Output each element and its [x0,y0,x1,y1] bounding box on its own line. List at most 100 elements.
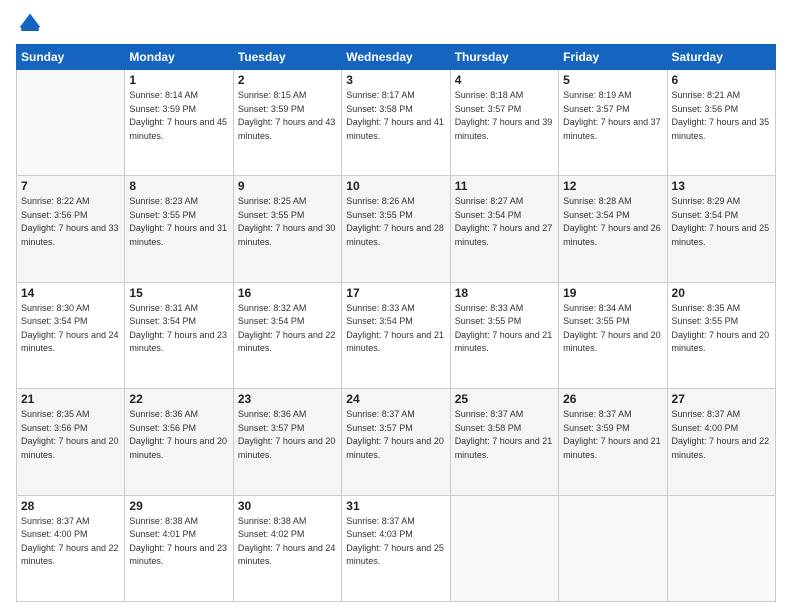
calendar-cell: 16Sunrise: 8:32 AMSunset: 3:54 PMDayligh… [233,282,341,388]
col-header-saturday: Saturday [667,45,775,70]
calendar-cell: 1 Sunrise: 8:14 AMSunset: 3:59 PMDaylight… [125,70,233,176]
day-info: Sunrise: 8:18 AMSunset: 3:57 PMDaylight:… [455,89,554,143]
day-info: Sunrise: 8:37 AMSunset: 4:00 PMDaylight:… [672,408,771,462]
day-number: 12 [563,179,662,193]
day-info: Sunrise: 8:36 AMSunset: 3:57 PMDaylight:… [238,408,337,462]
col-header-friday: Friday [559,45,667,70]
day-number: 2 [238,73,337,87]
day-number: 31 [346,499,445,513]
day-number: 23 [238,392,337,406]
day-number: 22 [129,392,228,406]
col-header-wednesday: Wednesday [342,45,450,70]
calendar-cell: 24Sunrise: 8:37 AMSunset: 3:57 PMDayligh… [342,389,450,495]
calendar-cell: 22 Sunrise: 8:36 AMSunset: 3:56 PMDayligh… [125,389,233,495]
calendar-cell: 13 Sunrise: 8:29 AMSunset: 3:54 PMDayligh… [667,176,775,282]
day-info: Sunrise: 8:37 AMSunset: 4:00 PMDaylight:… [21,515,120,569]
day-info: Sunrise: 8:19 AMSunset: 3:57 PMDaylight:… [563,89,662,143]
day-info: Sunrise: 8:31 AMSunset: 3:54 PMDaylight:… [129,302,228,356]
calendar-header-row: SundayMondayTuesdayWednesdayThursdayFrid… [17,45,776,70]
calendar-week-row: 7Sunrise: 8:22 AMSunset: 3:56 PMDaylight… [17,176,776,282]
calendar-cell [667,495,775,601]
calendar-cell: 2 Sunrise: 8:15 AMSunset: 3:59 PMDaylight… [233,70,341,176]
calendar-cell: 11 Sunrise: 8:27 AMSunset: 3:54 PMDayligh… [450,176,558,282]
day-number: 28 [21,499,120,513]
calendar-cell: 31Sunrise: 8:37 AMSunset: 4:03 PMDayligh… [342,495,450,601]
calendar-week-row: 1 Sunrise: 8:14 AMSunset: 3:59 PMDaylight… [17,70,776,176]
day-info: Sunrise: 8:14 AMSunset: 3:59 PMDaylight:… [129,89,228,143]
calendar-table: SundayMondayTuesdayWednesdayThursdayFrid… [16,44,776,602]
calendar-cell [559,495,667,601]
day-number: 30 [238,499,337,513]
day-info: Sunrise: 8:25 AMSunset: 3:55 PMDaylight:… [238,195,337,249]
day-number: 6 [672,73,771,87]
day-info: Sunrise: 8:15 AMSunset: 3:59 PMDaylight:… [238,89,337,143]
day-number: 13 [672,179,771,193]
page: SundayMondayTuesdayWednesdayThursdayFrid… [0,0,792,612]
day-number: 10 [346,179,445,193]
calendar-cell: 29Sunrise: 8:38 AMSunset: 4:01 PMDayligh… [125,495,233,601]
calendar-cell: 6 Sunrise: 8:21 AMSunset: 3:56 PMDaylight… [667,70,775,176]
day-info: Sunrise: 8:37 AMSunset: 3:59 PMDaylight:… [563,408,662,462]
day-number: 5 [563,73,662,87]
day-number: 21 [21,392,120,406]
col-header-thursday: Thursday [450,45,558,70]
calendar-cell: 23 Sunrise: 8:36 AMSunset: 3:57 PMDayligh… [233,389,341,495]
calendar-cell: 18 Sunrise: 8:33 AMSunset: 3:55 PMDayligh… [450,282,558,388]
logo-icon [16,10,44,38]
day-number: 15 [129,286,228,300]
day-info: Sunrise: 8:35 AMSunset: 3:55 PMDaylight:… [672,302,771,356]
day-number: 9 [238,179,337,193]
day-info: Sunrise: 8:23 AMSunset: 3:55 PMDaylight:… [129,195,228,249]
day-number: 14 [21,286,120,300]
day-number: 4 [455,73,554,87]
calendar-cell: 10 Sunrise: 8:26 AMSunset: 3:55 PMDayligh… [342,176,450,282]
day-info: Sunrise: 8:33 AMSunset: 3:54 PMDaylight:… [346,302,445,356]
calendar-cell: 15 Sunrise: 8:31 AMSunset: 3:54 PMDayligh… [125,282,233,388]
day-number: 24 [346,392,445,406]
col-header-tuesday: Tuesday [233,45,341,70]
day-info: Sunrise: 8:30 AMSunset: 3:54 PMDaylight:… [21,302,120,356]
day-number: 25 [455,392,554,406]
day-info: Sunrise: 8:29 AMSunset: 3:54 PMDaylight:… [672,195,771,249]
day-info: Sunrise: 8:38 AMSunset: 4:02 PMDaylight:… [238,515,337,569]
calendar-cell: 14 Sunrise: 8:30 AMSunset: 3:54 PMDayligh… [17,282,125,388]
day-info: Sunrise: 8:34 AMSunset: 3:55 PMDaylight:… [563,302,662,356]
col-header-monday: Monday [125,45,233,70]
calendar-cell: 19 Sunrise: 8:34 AMSunset: 3:55 PMDayligh… [559,282,667,388]
day-info: Sunrise: 8:37 AMSunset: 3:58 PMDaylight:… [455,408,554,462]
day-number: 26 [563,392,662,406]
day-info: Sunrise: 8:36 AMSunset: 3:56 PMDaylight:… [129,408,228,462]
day-number: 18 [455,286,554,300]
day-number: 17 [346,286,445,300]
calendar-week-row: 28 Sunrise: 8:37 AMSunset: 4:00 PMDayligh… [17,495,776,601]
calendar-cell: 17 Sunrise: 8:33 AMSunset: 3:54 PMDayligh… [342,282,450,388]
calendar-cell [17,70,125,176]
day-number: 8 [129,179,228,193]
day-info: Sunrise: 8:21 AMSunset: 3:56 PMDaylight:… [672,89,771,143]
col-header-sunday: Sunday [17,45,125,70]
header [16,10,776,38]
day-number: 20 [672,286,771,300]
day-number: 19 [563,286,662,300]
day-number: 3 [346,73,445,87]
calendar-cell: 20 Sunrise: 8:35 AMSunset: 3:55 PMDayligh… [667,282,775,388]
calendar-cell: 3 Sunrise: 8:17 AMSunset: 3:58 PMDaylight… [342,70,450,176]
logo [16,10,48,38]
calendar-cell: 28 Sunrise: 8:37 AMSunset: 4:00 PMDayligh… [17,495,125,601]
day-number: 27 [672,392,771,406]
day-info: Sunrise: 8:26 AMSunset: 3:55 PMDaylight:… [346,195,445,249]
calendar-cell [450,495,558,601]
day-info: Sunrise: 8:22 AMSunset: 3:56 PMDaylight:… [21,195,120,249]
calendar-cell: 8 Sunrise: 8:23 AMSunset: 3:55 PMDaylight… [125,176,233,282]
calendar-week-row: 14 Sunrise: 8:30 AMSunset: 3:54 PMDayligh… [17,282,776,388]
day-info: Sunrise: 8:32 AMSunset: 3:54 PMDaylight:… [238,302,337,356]
calendar-week-row: 21Sunrise: 8:35 AMSunset: 3:56 PMDayligh… [17,389,776,495]
calendar-cell: 12 Sunrise: 8:28 AMSunset: 3:54 PMDayligh… [559,176,667,282]
calendar-cell: 27 Sunrise: 8:37 AMSunset: 4:00 PMDayligh… [667,389,775,495]
day-number: 11 [455,179,554,193]
day-info: Sunrise: 8:27 AMSunset: 3:54 PMDaylight:… [455,195,554,249]
day-info: Sunrise: 8:17 AMSunset: 3:58 PMDaylight:… [346,89,445,143]
day-info: Sunrise: 8:33 AMSunset: 3:55 PMDaylight:… [455,302,554,356]
day-info: Sunrise: 8:28 AMSunset: 3:54 PMDaylight:… [563,195,662,249]
day-number: 1 [129,73,228,87]
